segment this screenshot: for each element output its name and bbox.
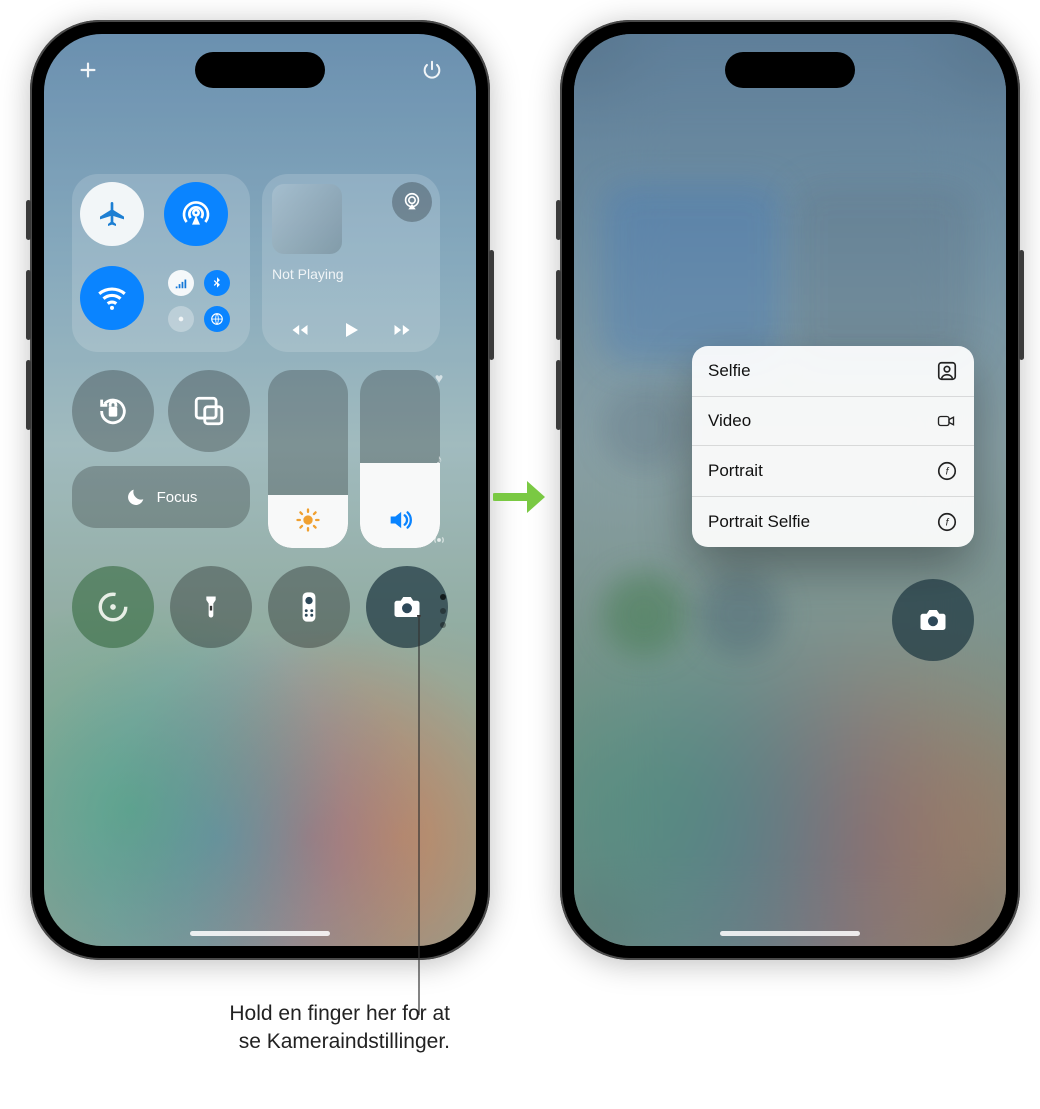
sun-icon <box>294 506 322 534</box>
side-button <box>1019 250 1024 360</box>
focus-button[interactable]: Focus <box>72 466 250 528</box>
moon-icon <box>125 486 147 508</box>
menu-item-label: Portrait Selfie <box>708 512 810 532</box>
callout-leader <box>417 615 421 1015</box>
rotation-lock-toggle[interactable] <box>72 370 154 452</box>
timer-button[interactable] <box>72 566 154 648</box>
iphone-left: Not Playing Focus <box>30 20 490 960</box>
focus-label: Focus <box>157 489 198 506</box>
svg-text:f: f <box>946 518 950 529</box>
selfie-icon <box>936 360 958 382</box>
home-indicator[interactable] <box>190 931 330 936</box>
now-playing-status: Not Playing <box>272 266 344 282</box>
aperture-icon: f <box>936 460 958 482</box>
speaker-icon <box>386 506 414 534</box>
add-control-button[interactable] <box>74 56 102 84</box>
screen-right: Selfie Video Portrait f Portrait Selfie … <box>574 34 1006 946</box>
home-indicator[interactable] <box>720 931 860 936</box>
video-icon <box>934 412 958 430</box>
page-dots <box>434 570 452 652</box>
mute-switch <box>556 200 561 240</box>
airdrop-toggle[interactable] <box>164 182 228 246</box>
satellite-icon <box>168 306 194 332</box>
power-button[interactable] <box>418 56 446 84</box>
blurred-connectivity <box>602 184 782 364</box>
menu-item-selfie[interactable]: Selfie <box>692 346 974 396</box>
airdrop-icon <box>180 198 212 230</box>
volume-up-button <box>556 270 561 340</box>
hotspot-icon <box>431 532 447 548</box>
cellular-icon <box>168 270 194 296</box>
screen-left: Not Playing Focus <box>44 34 476 946</box>
wifi-icon <box>95 281 129 315</box>
flashlight-icon <box>197 590 225 624</box>
brightness-slider[interactable] <box>268 370 348 548</box>
connectivity-mini-cluster[interactable] <box>164 266 234 336</box>
connectivity-group[interactable] <box>72 174 250 352</box>
vpn-icon <box>204 306 230 332</box>
control-page-indicators: ♥ ♪ <box>428 370 450 548</box>
volume-down-button <box>26 360 31 430</box>
arrow-right-icon <box>493 475 549 519</box>
blurred-btn <box>602 386 686 470</box>
svg-text:f: f <box>946 467 950 478</box>
camera-button[interactable] <box>892 579 974 661</box>
now-playing-artwork <box>272 184 342 254</box>
remote-button[interactable] <box>268 566 350 648</box>
rewind-button[interactable] <box>287 320 313 340</box>
menu-item-label: Selfie <box>708 361 751 381</box>
remote-icon <box>298 589 320 625</box>
bluetooth-icon <box>204 270 230 296</box>
menu-item-label: Video <box>708 411 751 431</box>
callout-caption: Hold en finger her for at se Kameraindst… <box>70 1000 450 1057</box>
now-playing-group[interactable]: Not Playing <box>262 174 440 352</box>
caption-line: Hold en finger her for at <box>229 1002 450 1025</box>
screen-mirroring-icon <box>192 394 226 428</box>
wifi-toggle[interactable] <box>80 266 144 330</box>
play-button[interactable] <box>339 318 363 342</box>
caption-line: se Kameraindstillinger. <box>239 1030 450 1053</box>
mute-switch <box>26 200 31 240</box>
forward-button[interactable] <box>389 320 415 340</box>
flashlight-button[interactable] <box>170 566 252 648</box>
blurred-btn <box>698 572 782 656</box>
blurred-media <box>794 184 974 364</box>
airplay-button[interactable] <box>392 182 432 222</box>
timer-icon <box>96 590 130 624</box>
music-icon: ♪ <box>436 451 443 467</box>
camera-icon <box>915 605 951 635</box>
menu-item-portrait[interactable]: Portrait f <box>692 445 974 496</box>
camera-quick-actions-menu: Selfie Video Portrait f Portrait Selfie … <box>692 346 974 547</box>
airplay-icon <box>401 191 423 213</box>
side-button <box>489 250 494 360</box>
menu-item-video[interactable]: Video <box>692 396 974 445</box>
volume-down-button <box>556 360 561 430</box>
menu-item-portrait-selfie[interactable]: Portrait Selfie f <box>692 496 974 547</box>
dynamic-island <box>725 52 855 88</box>
screen-mirroring-button[interactable] <box>168 370 250 452</box>
airplane-icon <box>96 198 128 230</box>
rotation-lock-icon <box>96 394 130 428</box>
volume-up-button <box>26 270 31 340</box>
iphone-right: Selfie Video Portrait f Portrait Selfie … <box>560 20 1020 960</box>
blurred-btn <box>602 572 686 656</box>
aperture-icon: f <box>936 511 958 533</box>
airplane-mode-toggle[interactable] <box>80 182 144 246</box>
menu-item-label: Portrait <box>708 461 763 481</box>
heart-icon: ♥ <box>435 370 443 386</box>
